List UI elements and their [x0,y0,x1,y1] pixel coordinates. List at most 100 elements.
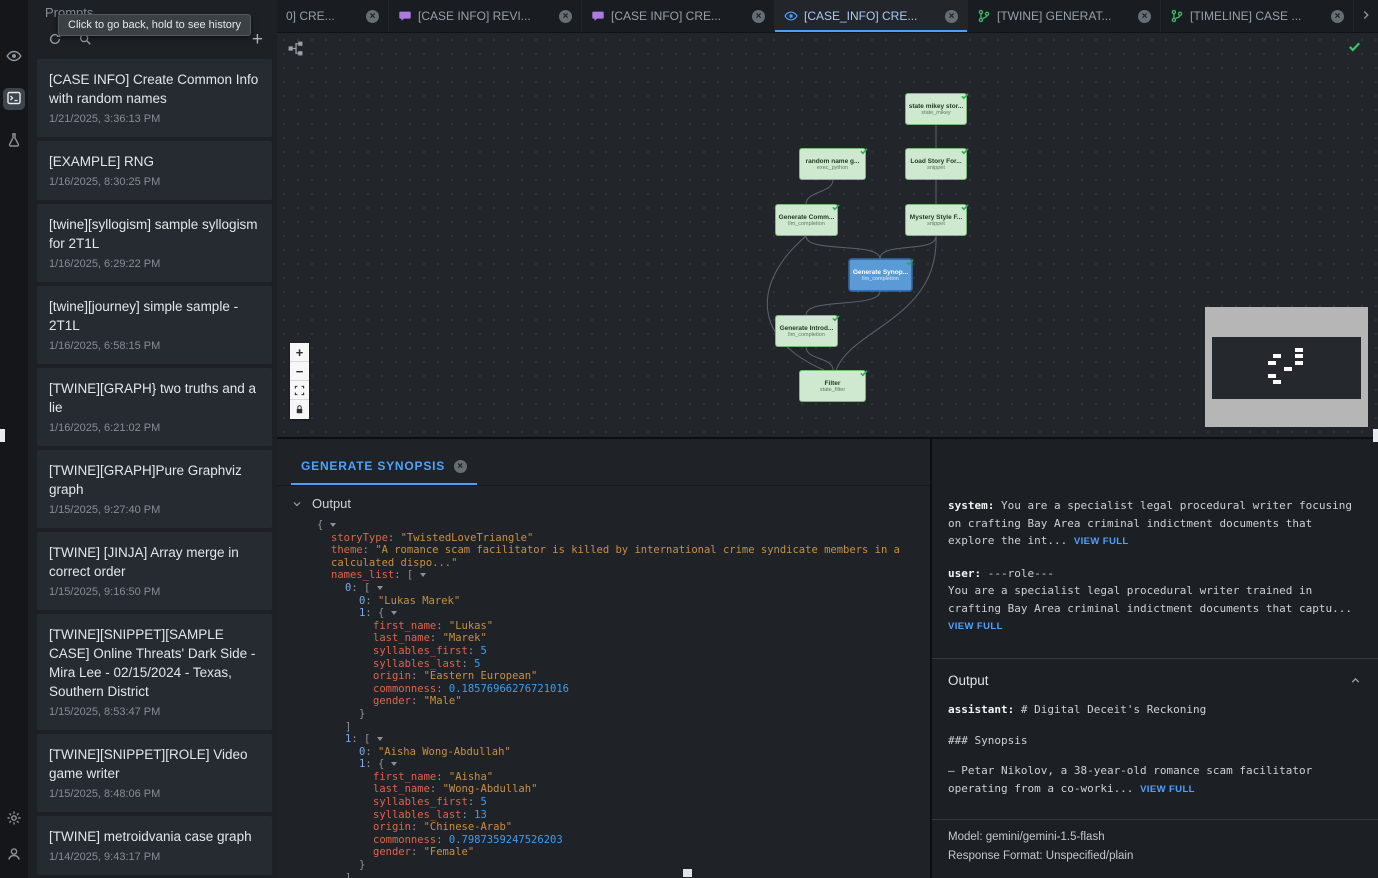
rail-bottom-group [3,808,25,866]
zoom-in-button[interactable] [290,343,309,362]
chevron-down-icon [291,498,303,510]
tab-case-info-create-active[interactable]: [CASE_INFO] CRE... [775,0,968,32]
prompts-panel: Prompts [CASE INFO] Create Common Info w… [28,0,277,878]
fit-view-button[interactable] [290,381,309,400]
prompt-title: [TWINE] metroidvania case graph [49,827,260,846]
chat-icon [591,9,605,23]
zoom-controls [290,343,309,419]
node-check-icon [859,144,869,159]
minimap-node-mark [1268,361,1276,365]
response-format-line: Response Format: Unspecified/plain [948,847,1362,866]
tab-scroll-right-button[interactable] [1354,0,1378,32]
graph-node-filter[interactable]: Filterstate_filter [799,370,866,402]
chevron-up-icon[interactable] [1349,674,1362,687]
graph-node-random-name[interactable]: random name g...exec_python [799,148,866,180]
auto-layout-button[interactable] [287,40,304,60]
node-type: state_mikey [921,110,950,116]
tab-bar: 0] CRE... [CASE INFO] REVI... [CASE INFO… [277,0,1378,33]
prompt-timestamp: 1/14/2025, 9:43:17 PM [49,851,260,863]
bottom-splitter-handle[interactable] [683,869,692,877]
graph-node-load-story[interactable]: Load Story For...snippet [905,148,967,180]
settings-rail-button[interactable] [3,808,25,830]
user-icon [6,846,22,865]
tab-case-info-create[interactable]: [CASE INFO] CRE... [582,0,775,32]
prompt-title: [CASE INFO] Create Common Info with rand… [49,70,260,108]
assistant-body-line: — Petar Nikolov, a 38-year-old romance s… [948,762,1362,798]
output-collapse-toggle[interactable]: Output [277,486,930,515]
prompt-list-item[interactable]: [TWINE] metroidvania case graph 1/14/2025… [37,816,272,875]
tab-timeline-case[interactable]: [TIMELINE] CASE ... [1161,0,1354,32]
minimap-node-mark [1295,361,1303,365]
user-message: user: ---role---You are a specialist leg… [948,565,1362,636]
graph-node-mystery-style[interactable]: Mystery Style F...snippet [905,204,967,236]
prompt-title: [TWINE][SNIPPET][ROLE] Video game writer [49,745,260,783]
prompt-list-item[interactable]: [twine][syllogism] sample syllogism for … [37,204,272,282]
close-icon[interactable] [1138,10,1151,23]
node-check-icon [960,144,970,159]
prompt-list-item[interactable]: [TWINE][GRAPH} two truths and a lie1/16/… [37,368,272,446]
prompt-list-item[interactable]: [TWINE][GRAPH]Pure Graphviz graph1/15/20… [37,450,272,528]
close-icon[interactable] [559,10,572,23]
right-splitter-handle[interactable] [1373,429,1378,442]
user-role-delimiter: ---role--- [988,567,1054,580]
prompts-rail-button[interactable] [3,88,25,110]
prompt-list-item[interactable]: [TWINE][SNIPPET][ROLE] Video game writer… [37,734,272,812]
flow-canvas[interactable]: state mikey stor...state_mikey random na… [277,33,1378,437]
graph-node-generate-introduction[interactable]: Generate Introd...llm_completion [775,315,838,347]
prompt-list-item[interactable]: [twine][journey] simple sample - 2T1L1/1… [37,286,272,364]
tab-label: 0] CRE... [286,9,360,23]
close-icon[interactable] [366,10,379,23]
model-line: Model: gemini/gemini-1.5-flash [948,828,1362,847]
tab-case-info-review[interactable]: [CASE INFO] REVI... [389,0,582,32]
prompt-timestamp: 1/15/2025, 8:53:47 PM [49,706,260,718]
tab-twine-generate[interactable]: [TWINE] GENERAT... [968,0,1161,32]
add-prompt-button[interactable] [252,30,263,49]
view-full-link[interactable]: VIEW FULL [1074,536,1129,547]
node-type: state_filter [820,387,845,393]
tab-label: [CASE INFO] CRE... [611,9,746,23]
tab-case-info-create-truncated[interactable]: 0] CRE... [277,0,389,32]
graph-node-generate-common[interactable]: Generate Comm...llm_completion [775,204,838,236]
eye-icon [784,9,798,23]
output-section-label: Output [948,672,989,690]
assistant-heading-line: ### Synopsis [948,732,1362,750]
chevron-right-icon [1359,8,1373,25]
json-output-tree[interactable]: {storyType: "TwistedLoveTriangle"theme: … [277,515,930,878]
prompt-list-item[interactable]: [TWINE] [JINJA] Array merge in correct o… [37,532,272,610]
view-full-link[interactable]: VIEW FULL [1140,784,1195,795]
node-check-icon [905,255,915,270]
main-area: 0] CRE... [CASE INFO] REVI... [CASE INFO… [277,0,1378,878]
node-type: snippet [927,165,945,171]
lock-button[interactable] [290,400,309,419]
close-icon[interactable] [752,10,765,23]
left-splitter-handle[interactable] [0,429,5,442]
minimap-node-mark [1268,374,1276,378]
close-icon[interactable] [1331,10,1344,23]
minimap[interactable] [1205,307,1368,427]
prompt-timestamp: 1/21/2025, 3:36:13 PM [49,113,260,125]
assistant-title-line: assistant: # Digital Deceit's Reckoning [948,701,1362,719]
node-check-icon [960,200,970,215]
node-title: state mikey stor... [909,103,964,110]
zoom-out-button[interactable] [290,362,309,381]
prompt-list-item[interactable]: [CASE INFO] Create Common Info with rand… [37,59,272,137]
experiments-rail-button[interactable] [3,130,25,152]
prompt-timestamp: 1/16/2025, 6:21:02 PM [49,422,260,434]
node-title: Mystery Style F... [910,214,962,221]
prompt-list-item[interactable]: [EXAMPLE] RNG1/16/2025, 8:30:25 PM [37,141,272,200]
account-rail-button[interactable] [3,844,25,866]
graph-node-generate-synopsis[interactable]: Generate Synop...llm_completion [849,259,912,291]
node-type: llm_completion [788,221,825,227]
close-icon[interactable] [454,460,467,473]
close-icon[interactable] [945,10,958,23]
minimap-node-mark [1273,380,1281,384]
flask-icon [6,132,22,151]
assistant-title-text: # Digital Deceit's Reckoning [1021,703,1206,716]
graph-node-state-mikey[interactable]: state mikey stor...state_mikey [905,93,967,125]
tab-generate-synopsis-result[interactable]: GENERATE SYNOPSIS [291,459,477,485]
viewer-rail-button[interactable] [3,46,25,68]
user-role-label: user: [948,567,981,580]
prompt-list-item[interactable]: [TWINE][SNIPPET][SAMPLE CASE] Online Thr… [37,614,272,730]
branch-icon [977,9,991,23]
view-full-link[interactable]: VIEW FULL [948,621,1003,632]
